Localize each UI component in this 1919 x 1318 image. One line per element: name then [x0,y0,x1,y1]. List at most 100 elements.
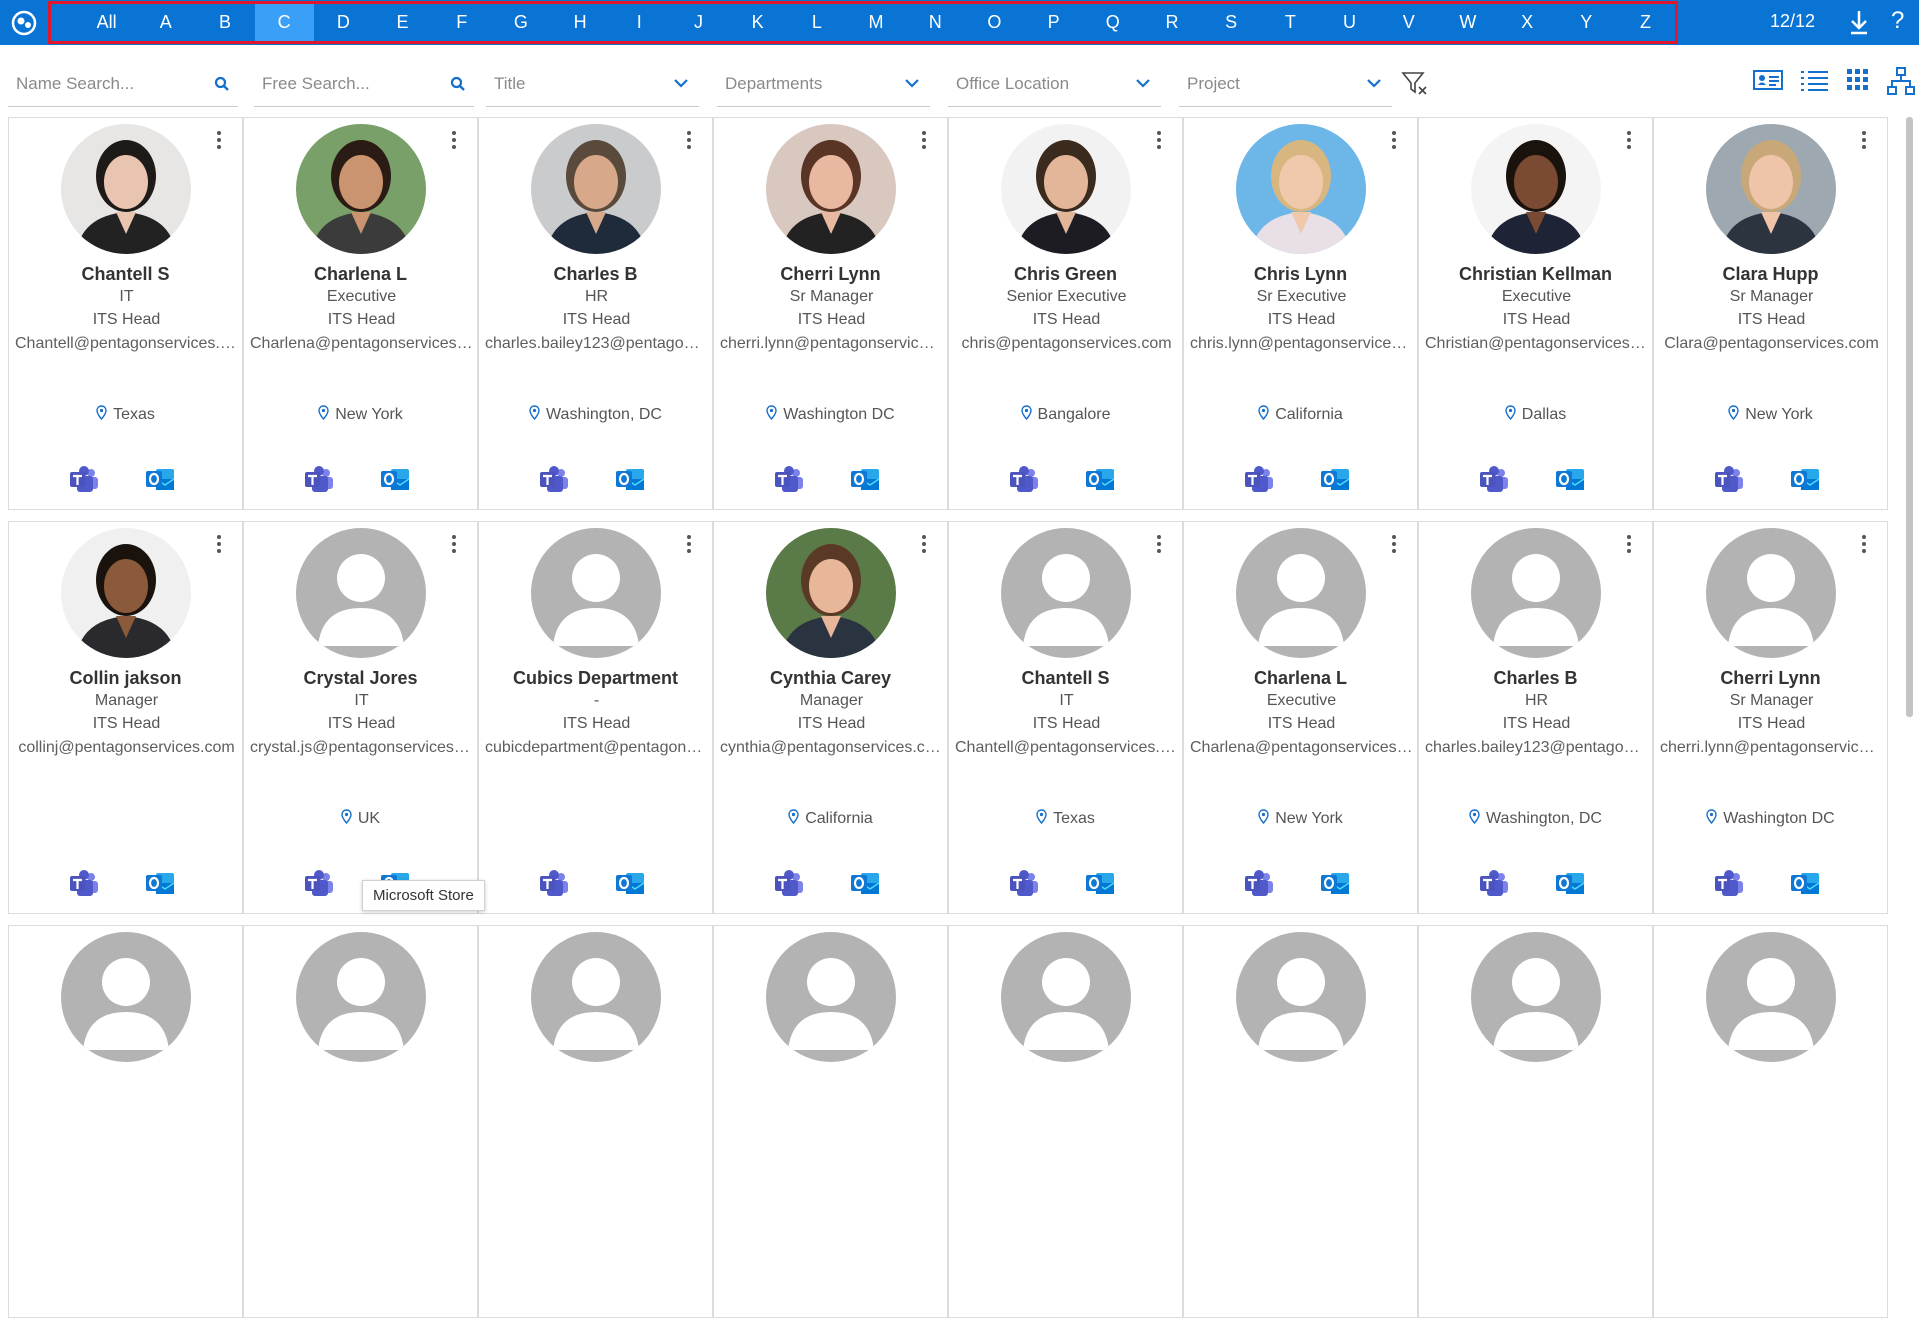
search-icon[interactable] [214,76,230,97]
person-name[interactable]: Chantell S [949,668,1182,689]
person-card[interactable] [478,925,713,1318]
help-icon[interactable]: ? [1891,7,1904,35]
person-name[interactable]: Chris Green [949,264,1182,285]
more-options-icon[interactable] [216,534,222,554]
more-options-icon[interactable] [1391,534,1397,554]
person-name[interactable]: Charlena L [1184,668,1417,689]
grid-view-icon[interactable] [1844,66,1872,101]
more-options-icon[interactable] [1626,130,1632,150]
teams-icon[interactable] [1479,868,1509,898]
teams-icon[interactable] [1244,464,1274,494]
person-email[interactable]: cherri.lynn@pentagonservices.com [720,335,943,353]
person-email[interactable]: Chantell@pentagonservices.com [15,335,238,353]
person-card[interactable]: Chantell S IT ITS Head Chantell@pentagon… [8,117,243,510]
outlook-icon[interactable] [850,868,880,898]
more-options-icon[interactable] [451,130,457,150]
app-logo-icon[interactable] [10,9,38,37]
alphabet-letter-p[interactable]: P [1024,4,1083,41]
person-card[interactable]: Cynthia Carey Manager ITS Head cynthia@p… [713,521,948,914]
list-view-icon[interactable] [1798,66,1830,101]
alphabet-letter-j[interactable]: J [669,4,728,41]
alphabet-letter-z[interactable]: Z [1616,4,1675,41]
clear-filter-icon[interactable] [1400,69,1428,102]
name-search-input[interactable]: Name Search... [8,62,238,107]
alphabet-letter-l[interactable]: L [787,4,846,41]
more-options-icon[interactable] [686,130,692,150]
alphabet-letter-c[interactable]: C [254,4,314,41]
person-card[interactable]: Cubics Department - ITS Head cubicdepart… [478,521,713,914]
teams-icon[interactable] [1479,464,1509,494]
alphabet-letter-q[interactable]: Q [1083,4,1142,41]
person-card[interactable]: Cherri Lynn Sr Manager ITS Head cherri.l… [713,117,948,510]
more-options-icon[interactable] [921,130,927,150]
person-email[interactable]: Christian@pentagonservices.com [1425,335,1648,353]
outlook-icon[interactable] [615,868,645,898]
outlook-icon[interactable] [1320,868,1350,898]
teams-icon[interactable] [304,464,334,494]
alphabet-letter-v[interactable]: V [1379,4,1438,41]
outlook-icon[interactable] [1320,464,1350,494]
more-options-icon[interactable] [1861,130,1867,150]
person-name[interactable]: Charles B [479,264,712,285]
person-card[interactable]: Clara Hupp Sr Manager ITS Head Clara@pen… [1653,117,1888,510]
person-email[interactable]: chris@pentagonservices.com [955,335,1178,353]
alphabet-letter-t[interactable]: T [1261,4,1320,41]
teams-icon[interactable] [1009,464,1039,494]
person-card[interactable] [948,925,1183,1318]
free-search-input[interactable]: Free Search... [254,62,474,107]
person-name[interactable]: Collin jakson [9,668,242,689]
outlook-icon[interactable] [1555,868,1585,898]
alphabet-letter-all[interactable]: All [77,4,136,41]
person-name[interactable]: Charles B [1419,668,1652,689]
more-options-icon[interactable] [1391,130,1397,150]
person-card[interactable]: Cherri Lynn Sr Manager ITS Head cherri.l… [1653,521,1888,914]
person-card[interactable] [1183,925,1418,1318]
outlook-icon[interactable] [1085,868,1115,898]
person-card[interactable]: Chris Green Senior Executive ITS Head ch… [948,117,1183,510]
title-dropdown[interactable]: Title [486,62,699,107]
more-options-icon[interactable] [1626,534,1632,554]
alphabet-letter-k[interactable]: K [728,4,787,41]
alphabet-letter-e[interactable]: E [373,4,432,41]
outlook-icon[interactable] [1790,464,1820,494]
more-options-icon[interactable] [1861,534,1867,554]
person-card[interactable]: Chantell S IT ITS Head Chantell@pentagon… [948,521,1183,914]
person-card[interactable]: Charlena L Executive ITS Head Charlena@p… [243,117,478,510]
alphabet-letter-h[interactable]: H [551,4,610,41]
more-options-icon[interactable] [1156,534,1162,554]
person-name[interactable]: Cherri Lynn [1654,668,1887,689]
person-email[interactable]: charles.bailey123@pentagonservices.com [485,335,708,353]
person-card[interactable]: Christian Kellman Executive ITS Head Chr… [1418,117,1653,510]
person-name[interactable]: Charlena L [244,264,477,285]
teams-icon[interactable] [539,868,569,898]
person-name[interactable]: Chris Lynn [1184,264,1417,285]
person-card[interactable] [1418,925,1653,1318]
alphabet-letter-u[interactable]: U [1320,4,1379,41]
card-view-icon[interactable] [1752,66,1784,101]
person-email[interactable]: Charlena@pentagonservices.com [1190,739,1413,757]
alphabet-letter-b[interactable]: B [195,4,254,41]
person-card[interactable]: Crystal Jores IT ITS Head crystal.js@pen… [243,521,478,914]
person-name[interactable]: Cherri Lynn [714,264,947,285]
outlook-icon[interactable] [380,464,410,494]
alphabet-letter-m[interactable]: M [846,4,905,41]
vertical-scrollbar[interactable] [1906,117,1913,717]
person-email[interactable]: crystal.js@pentagonservices.com [250,739,473,757]
outlook-icon[interactable] [1790,868,1820,898]
person-card[interactable]: Charles B HR ITS Head charles.bailey123@… [1418,521,1653,914]
person-card[interactable] [8,925,243,1318]
person-email[interactable]: charles.bailey123@pentagonservices.com [1425,739,1648,757]
alphabet-letter-s[interactable]: S [1202,4,1261,41]
teams-icon[interactable] [539,464,569,494]
person-email[interactable]: cubicdepartment@pentagonservices.com [485,739,708,757]
person-email[interactable]: chris.lynn@pentagonservices.com [1190,335,1413,353]
outlook-icon[interactable] [1085,464,1115,494]
person-email[interactable]: Clara@pentagonservices.com [1660,335,1883,353]
teams-icon[interactable] [1714,464,1744,494]
more-options-icon[interactable] [686,534,692,554]
alphabet-letter-f[interactable]: F [432,4,491,41]
teams-icon[interactable] [69,464,99,494]
departments-dropdown[interactable]: Departments [717,62,930,107]
alphabet-letter-d[interactable]: D [314,4,373,41]
more-options-icon[interactable] [451,534,457,554]
